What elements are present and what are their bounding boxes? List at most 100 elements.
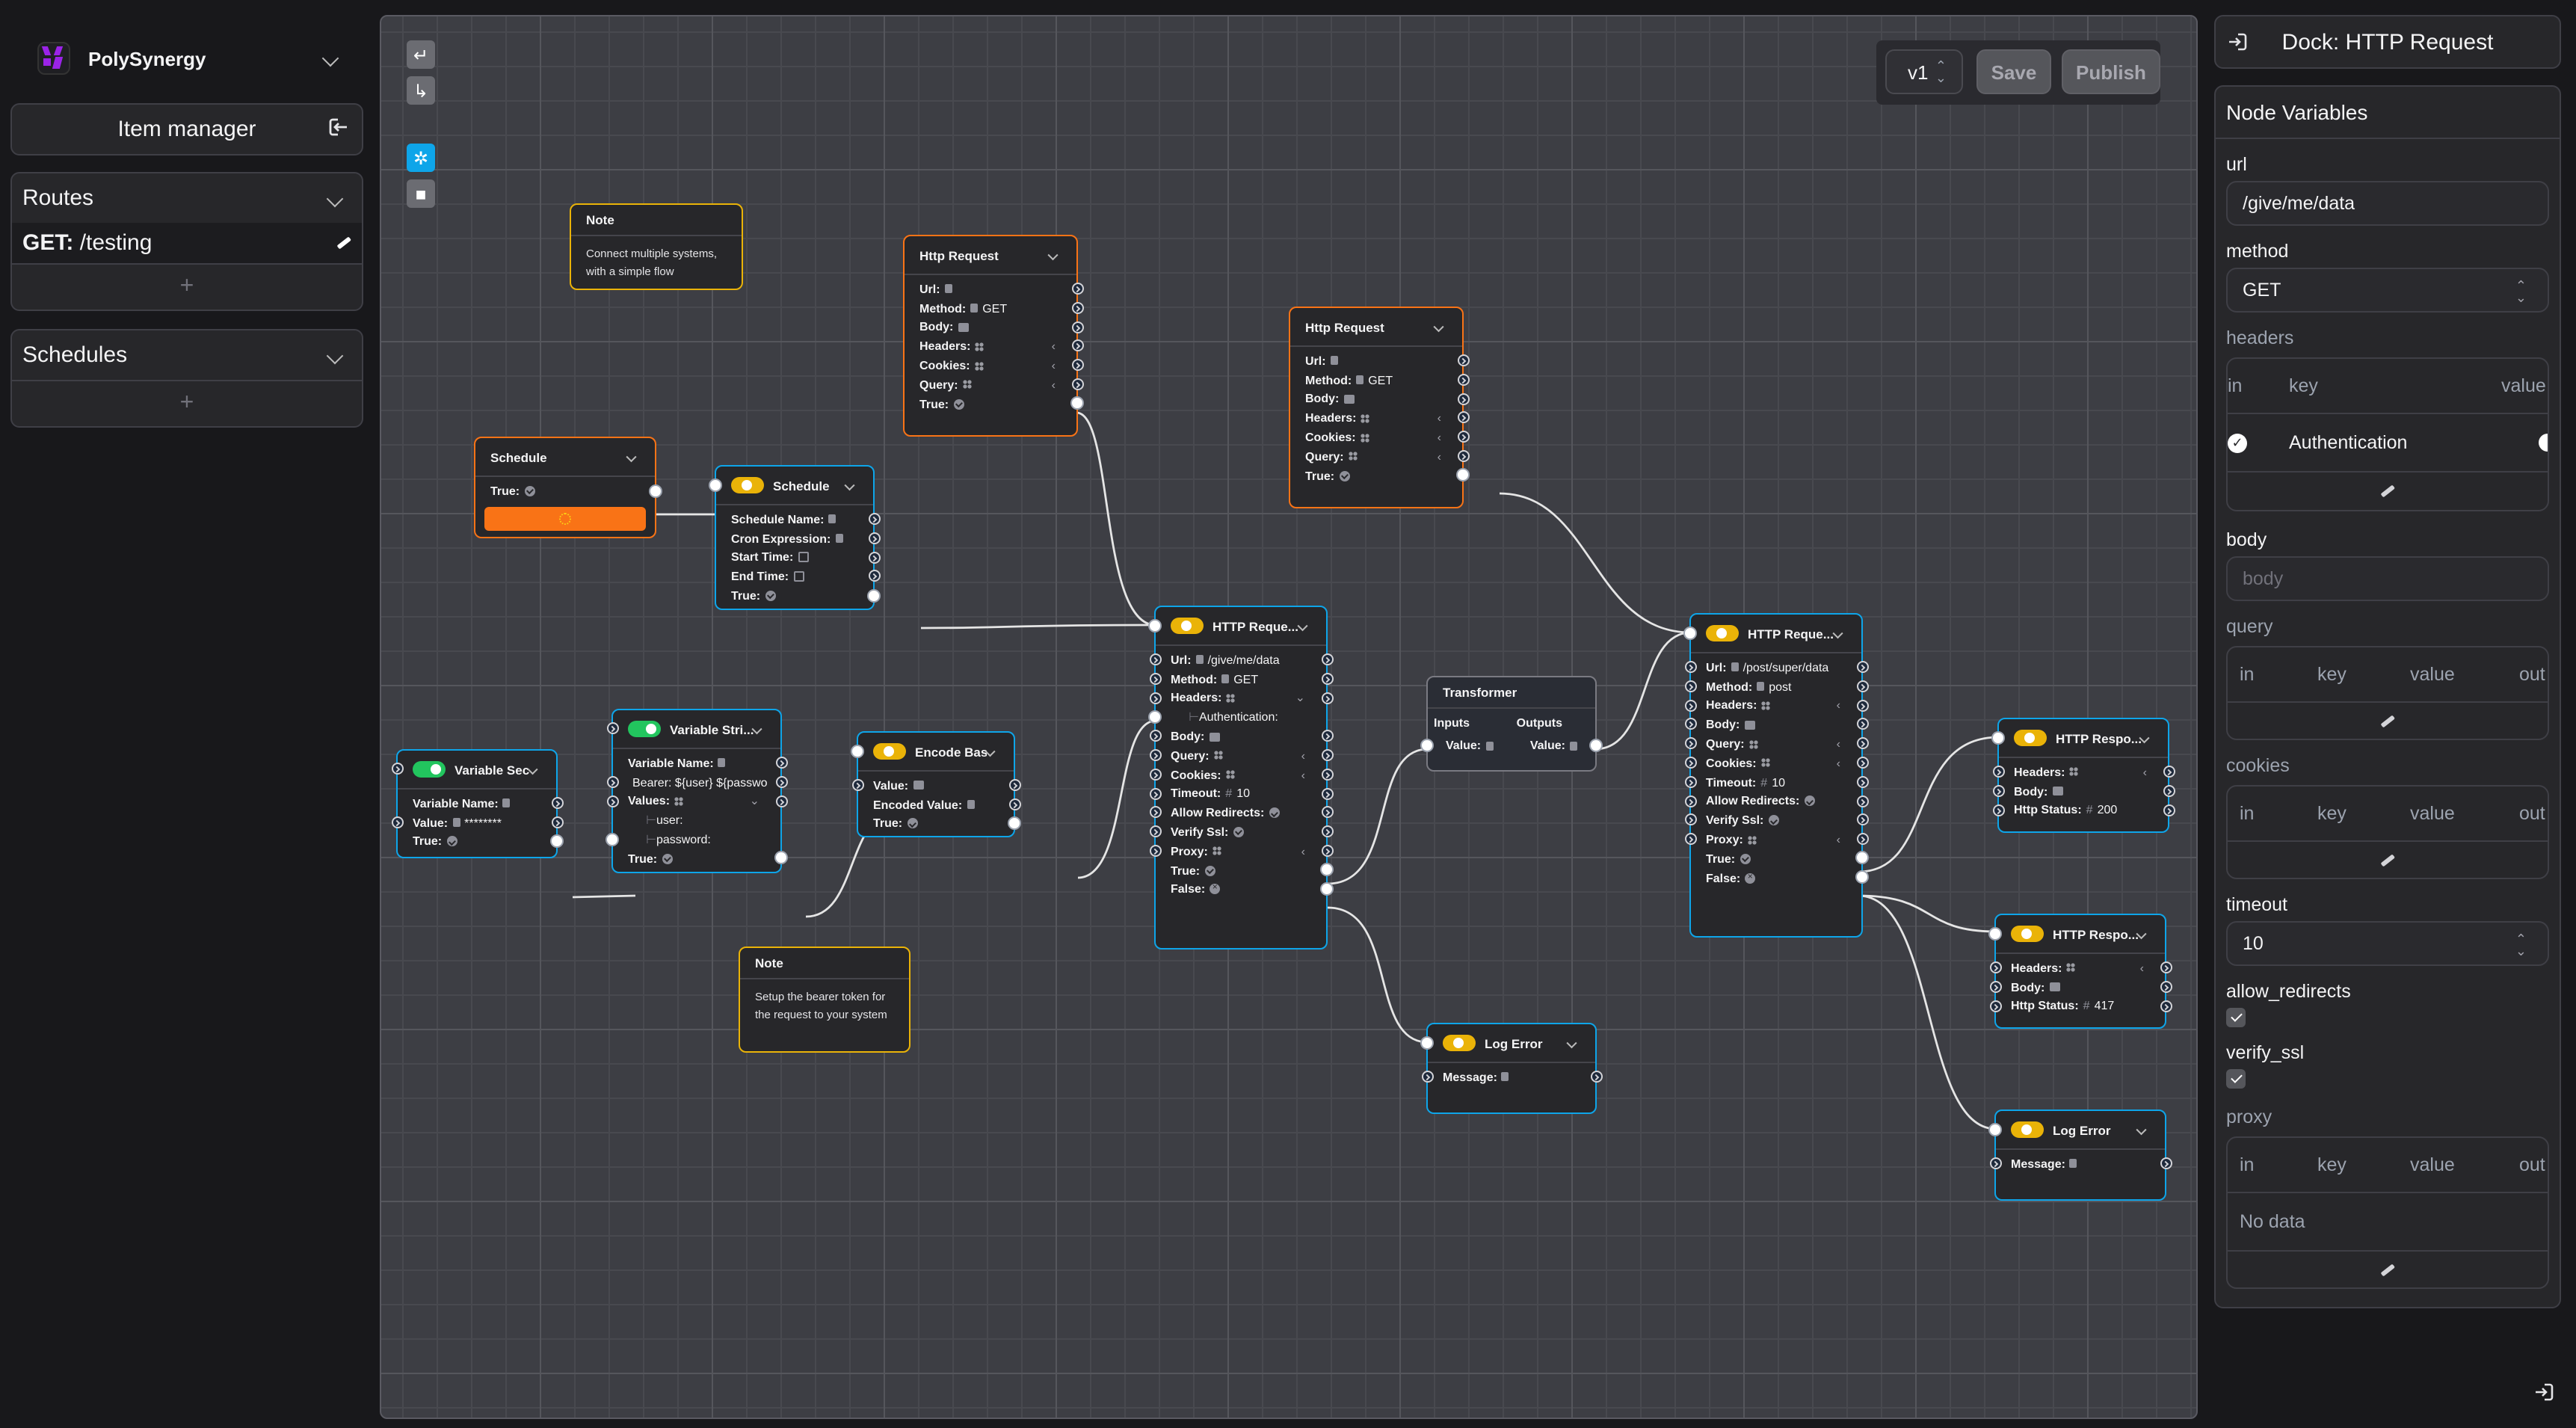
flow-canvas[interactable]: ↵ ↳ ✲ ■ v1 ⌃ ⌄ Save Publish Note Connect … xyxy=(380,15,2198,1419)
output-handle[interactable] xyxy=(867,588,881,603)
output-handle[interactable] xyxy=(868,513,880,525)
input-handle[interactable] xyxy=(1991,731,2005,745)
output-handle[interactable] xyxy=(550,834,564,849)
expand-icon[interactable]: ‹ xyxy=(1438,412,1441,425)
input-handle[interactable] xyxy=(1420,1036,1434,1050)
routes-header[interactable]: Routes xyxy=(12,173,362,223)
enabled-toggle[interactable] xyxy=(2011,1121,2044,1138)
input-handle[interactable] xyxy=(1684,699,1696,712)
output-handle[interactable] xyxy=(2163,766,2175,778)
publish-button[interactable]: Publish xyxy=(2062,49,2160,94)
input-handle[interactable] xyxy=(1988,927,2002,941)
chevron-down-icon[interactable] xyxy=(2136,929,2145,939)
output-handle[interactable] xyxy=(1856,756,1868,769)
dock-toggle-icon[interactable] xyxy=(2228,31,2249,52)
output-handle[interactable] xyxy=(1321,768,1333,781)
expand-icon[interactable]: ‹ xyxy=(1438,450,1441,464)
input-handle[interactable] xyxy=(1684,795,1696,807)
input-handle[interactable] xyxy=(1149,692,1161,704)
input-handle[interactable] xyxy=(1420,738,1434,751)
expand-icon[interactable]: ‹ xyxy=(1052,359,1056,372)
check-circle-icon[interactable]: ✓ xyxy=(2228,433,2247,452)
output-handle[interactable] xyxy=(1856,813,1868,826)
add-route-button[interactable]: + xyxy=(12,265,362,310)
output-handle[interactable] xyxy=(649,484,662,497)
expand-icon[interactable]: ‹ xyxy=(1301,768,1305,781)
output-handle[interactable] xyxy=(1321,672,1333,685)
http-request-node[interactable]: Http Request Url: Method: GET Body: Headers:… xyxy=(1289,307,1470,508)
transformer-node[interactable]: Transformer Inputs Outputs Value: Value: xyxy=(1420,676,1603,772)
output-handle[interactable] xyxy=(2160,961,2172,973)
output-handle[interactable] xyxy=(1457,354,1469,366)
expand-icon[interactable]: ‹ xyxy=(1438,431,1441,444)
chevron-down-icon[interactable] xyxy=(751,724,761,734)
expand-icon[interactable]: ‹ xyxy=(1052,378,1056,392)
route-item[interactable]: GET: /testing xyxy=(12,223,362,265)
output-handle[interactable] xyxy=(1070,396,1084,410)
chevron-down-icon[interactable] xyxy=(1297,621,1307,631)
verify-ssl-checkbox[interactable] xyxy=(2226,1069,2246,1089)
undo-button[interactable]: ↵ xyxy=(407,40,435,69)
output-handle[interactable] xyxy=(1071,359,1083,372)
enabled-toggle[interactable] xyxy=(731,477,764,493)
output-handle[interactable] xyxy=(1008,779,1020,791)
input-handle[interactable] xyxy=(1684,756,1696,769)
output-handle[interactable] xyxy=(775,775,787,788)
http-request-node[interactable]: Http Request Url: Method: GET Body: Headers:… xyxy=(903,235,1084,437)
input-handle[interactable] xyxy=(1684,775,1696,788)
input-handle[interactable] xyxy=(1989,1000,2001,1012)
edit-proxy-button[interactable] xyxy=(2228,1252,2548,1287)
http-response-node[interactable]: HTTP Respo... Headers: ‹ Body: Http Status:… xyxy=(1988,914,2172,1029)
edit-query-button[interactable] xyxy=(2228,703,2548,739)
edit-headers-button[interactable] xyxy=(2228,473,2548,510)
output-handle[interactable] xyxy=(1856,775,1868,788)
output-handle[interactable] xyxy=(1321,748,1333,761)
output-handle[interactable] xyxy=(1321,730,1333,742)
input-handle[interactable] xyxy=(1684,718,1696,730)
enabled-toggle[interactable] xyxy=(1706,625,1739,641)
input-handle[interactable] xyxy=(1149,653,1161,665)
output-handle[interactable] xyxy=(1071,378,1083,390)
output-handle[interactable] xyxy=(1590,1071,1602,1083)
output-handle[interactable] xyxy=(1856,680,1868,692)
stepper-icon[interactable]: ⌃ ⌄ xyxy=(2515,932,2527,958)
expand-icon[interactable]: ‹ xyxy=(1837,757,1840,770)
input-handle[interactable] xyxy=(1989,980,2001,993)
input-handle[interactable] xyxy=(606,832,619,846)
select-tool-button[interactable]: ✲ xyxy=(407,144,435,172)
output-handle[interactable] xyxy=(1855,851,1869,865)
chevron-down-icon[interactable] xyxy=(1433,321,1443,332)
chevron-down-icon[interactable] xyxy=(2136,1124,2145,1135)
encode-base64-node[interactable]: Encode Bas... Value: Encoded Value: True: xyxy=(851,731,1021,837)
input-handle[interactable] xyxy=(391,816,403,828)
output-handle[interactable] xyxy=(1855,870,1869,884)
input-handle[interactable] xyxy=(606,722,618,734)
input-handle[interactable] xyxy=(1149,787,1161,800)
expand-icon[interactable]: ‹ xyxy=(1837,737,1840,751)
variable-string-node[interactable]: Variable Stri... Variable Name: Bearer: $… xyxy=(606,709,788,873)
input-handle[interactable] xyxy=(1992,784,2004,797)
output-handle[interactable] xyxy=(1457,373,1469,386)
input-handle[interactable] xyxy=(1684,680,1696,692)
body-input[interactable]: body xyxy=(2226,556,2549,601)
enabled-toggle[interactable] xyxy=(873,743,906,760)
input-handle[interactable] xyxy=(1684,661,1696,673)
expand-icon[interactable]: ‹ xyxy=(1301,749,1305,763)
chevron-down-icon[interactable] xyxy=(844,480,854,490)
output-handle[interactable] xyxy=(1456,468,1470,482)
input-handle[interactable] xyxy=(1684,813,1696,826)
collapse-icon[interactable]: ⌄ xyxy=(750,795,759,808)
variable-secret-node[interactable]: Variable Sec... Variable Name: Value: ****… xyxy=(391,749,564,858)
timeout-input[interactable]: 10 ⌃ ⌄ xyxy=(2226,921,2549,966)
output-handle[interactable] xyxy=(1856,833,1868,846)
output-handle[interactable] xyxy=(1321,787,1333,800)
output-handle[interactable] xyxy=(1071,321,1083,333)
expand-icon[interactable]: ‹ xyxy=(1837,833,1840,846)
output-handle[interactable] xyxy=(868,532,880,544)
enabled-toggle[interactable] xyxy=(1171,618,1204,634)
expand-icon[interactable]: ‹ xyxy=(1837,699,1840,713)
output-handle[interactable] xyxy=(774,851,788,865)
enabled-toggle[interactable] xyxy=(2011,926,2044,942)
collapse-icon[interactable]: ⌄ xyxy=(1295,692,1305,705)
expand-icon[interactable]: ‹ xyxy=(1301,845,1305,858)
